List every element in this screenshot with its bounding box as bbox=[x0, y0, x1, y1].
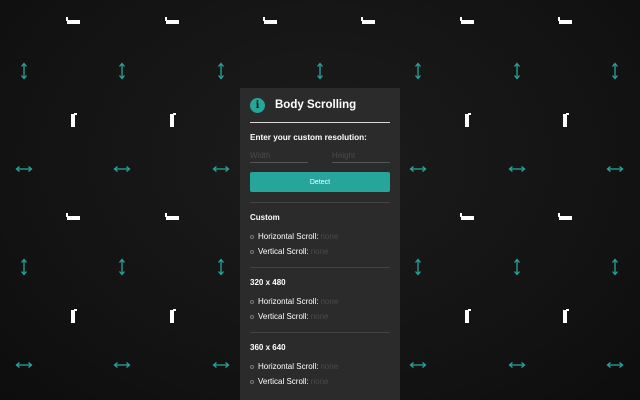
horizontal-arrow-icon bbox=[408, 159, 428, 179]
section-custom: Custom Horizontal Scroll: none Vertical … bbox=[250, 202, 390, 259]
horizontal-scroll-label: Horizontal Scroll: bbox=[258, 297, 319, 306]
phone-portrait-icon bbox=[63, 306, 83, 326]
section-title: Custom bbox=[250, 213, 280, 222]
horizontal-arrow-icon bbox=[605, 159, 625, 179]
radio-dot-icon bbox=[250, 364, 254, 369]
horizontal-arrow-icon bbox=[408, 355, 428, 375]
title-divider bbox=[250, 122, 390, 123]
horizontal-arrow-icon bbox=[112, 355, 132, 375]
vertical-arrow-icon bbox=[605, 61, 625, 81]
horizontal-arrow-icon bbox=[14, 159, 34, 179]
horizontal-scroll-row: Horizontal Scroll: none bbox=[250, 359, 390, 374]
vertical-scroll-row: Vertical Scroll: none bbox=[250, 309, 390, 324]
horizontal-arrow-icon bbox=[14, 355, 34, 375]
height-input[interactable] bbox=[332, 148, 390, 163]
phone-landscape-icon bbox=[457, 12, 477, 32]
horizontal-arrow-icon bbox=[605, 355, 625, 375]
vertical-arrow-icon bbox=[211, 61, 231, 81]
vertical-scroll-value: none bbox=[310, 377, 329, 386]
phone-portrait-icon bbox=[162, 306, 182, 326]
vertical-scroll-label: Vertical Scroll: bbox=[258, 312, 309, 321]
vertical-arrow-icon bbox=[408, 61, 428, 81]
radio-dot-icon bbox=[250, 234, 254, 239]
horizontal-arrow-icon bbox=[112, 159, 132, 179]
panel-title: Body Scrolling bbox=[275, 99, 357, 111]
phone-landscape-icon bbox=[555, 12, 575, 32]
section-title: 360 x 640 bbox=[250, 343, 286, 352]
panel-header: i Body Scrolling bbox=[250, 88, 390, 122]
vertical-arrow-icon bbox=[14, 257, 34, 277]
vertical-arrow-icon bbox=[507, 61, 527, 81]
radio-dot-icon bbox=[250, 379, 254, 384]
width-input[interactable] bbox=[250, 148, 308, 163]
vertical-arrow-icon bbox=[605, 257, 625, 277]
section-320x480: 320 x 480 Horizontal Scroll: none Vertic… bbox=[250, 267, 390, 324]
vertical-arrow-icon bbox=[310, 61, 330, 81]
horizontal-arrow-icon bbox=[211, 355, 231, 375]
horizontal-arrow-icon bbox=[507, 159, 527, 179]
horizontal-arrow-icon bbox=[507, 355, 527, 375]
vertical-scroll-row: Vertical Scroll: none bbox=[250, 374, 390, 389]
horizontal-scroll-row: Horizontal Scroll: none bbox=[250, 294, 390, 309]
phone-portrait-icon bbox=[555, 110, 575, 130]
horizontal-scroll-label: Horizontal Scroll: bbox=[258, 232, 319, 241]
radio-dot-icon bbox=[250, 249, 254, 254]
vertical-scroll-label: Vertical Scroll: bbox=[258, 247, 309, 256]
phone-portrait-icon bbox=[555, 306, 575, 326]
vertical-scroll-value: none bbox=[310, 312, 329, 321]
vertical-scroll-row: Vertical Scroll: none bbox=[250, 244, 390, 259]
phone-landscape-icon bbox=[358, 12, 378, 32]
vertical-arrow-icon bbox=[507, 257, 527, 277]
resolution-inputs bbox=[250, 148, 390, 163]
phone-portrait-icon bbox=[162, 110, 182, 130]
phone-landscape-icon bbox=[63, 12, 83, 32]
phone-landscape-icon bbox=[457, 208, 477, 228]
extension-popup: i Body Scrolling Enter your custom resol… bbox=[240, 88, 400, 400]
horizontal-scroll-row: Horizontal Scroll: none bbox=[250, 229, 390, 244]
vertical-arrow-icon bbox=[14, 61, 34, 81]
horizontal-scroll-value: none bbox=[320, 297, 339, 306]
vertical-arrow-icon bbox=[211, 257, 231, 277]
section-title: 320 x 480 bbox=[250, 278, 286, 287]
phone-landscape-icon bbox=[162, 12, 182, 32]
horizontal-scroll-label: Horizontal Scroll: bbox=[258, 362, 319, 371]
radio-dot-icon bbox=[250, 299, 254, 304]
phone-landscape-icon bbox=[555, 208, 575, 228]
phone-landscape-icon bbox=[162, 208, 182, 228]
horizontal-scroll-value: none bbox=[320, 362, 339, 371]
info-icon: i bbox=[250, 97, 265, 113]
vertical-scroll-label: Vertical Scroll: bbox=[258, 377, 309, 386]
phone-landscape-icon bbox=[260, 12, 280, 32]
phone-portrait-icon bbox=[457, 306, 477, 326]
vertical-arrow-icon bbox=[112, 257, 132, 277]
phone-portrait-icon bbox=[63, 110, 83, 130]
phone-portrait-icon bbox=[457, 110, 477, 130]
phone-landscape-icon bbox=[63, 208, 83, 228]
section-360x640: 360 x 640 Horizontal Scroll: none Vertic… bbox=[250, 332, 390, 389]
radio-dot-icon bbox=[250, 314, 254, 319]
vertical-arrow-icon bbox=[408, 257, 428, 277]
horizontal-scroll-value: none bbox=[320, 232, 339, 241]
detect-button[interactable]: Detect bbox=[250, 172, 390, 192]
vertical-scroll-value: none bbox=[310, 247, 329, 256]
horizontal-arrow-icon bbox=[211, 159, 231, 179]
vertical-arrow-icon bbox=[112, 61, 132, 81]
resolution-prompt: Enter your custom resolution: bbox=[250, 133, 367, 142]
